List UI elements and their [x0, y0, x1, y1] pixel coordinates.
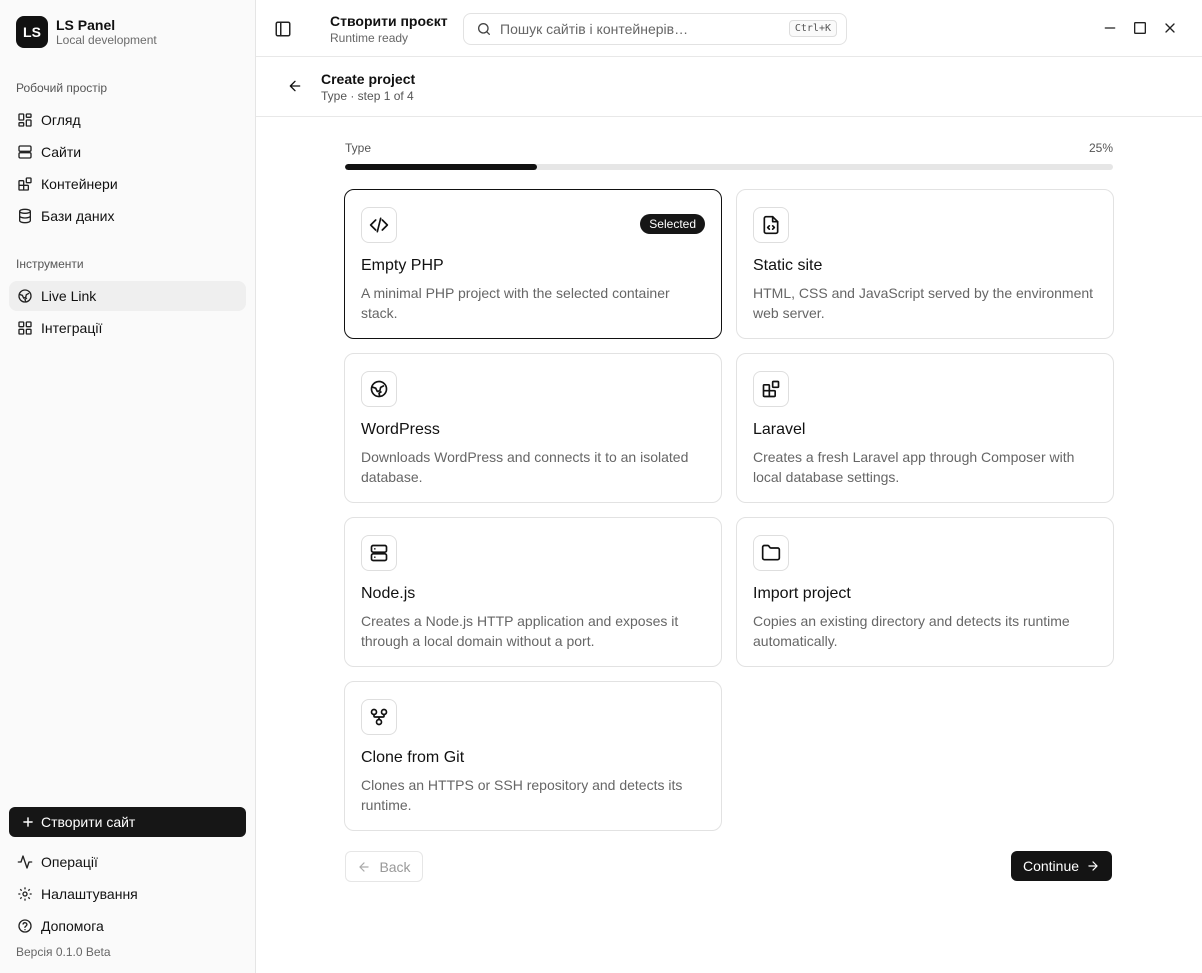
brand[interactable]: LS LS Panel Local development: [16, 16, 157, 48]
project-type-card-static-site[interactable]: Static site HTML, CSS and JavaScript ser…: [736, 189, 1114, 339]
layout-grid-icon: [18, 113, 32, 127]
search-shortcut: Ctrl+K: [788, 20, 837, 37]
card-description: Downloads WordPress and connects it to a…: [361, 449, 689, 485]
brand-title: LS Panel: [56, 16, 116, 33]
sidebar-item-label: Контейнери: [41, 176, 118, 192]
globe-icon: [18, 289, 32, 303]
progress-bar: [345, 164, 1113, 170]
search-icon: [478, 23, 490, 35]
arrow-right-icon: [1088, 861, 1098, 871]
project-type-card-clone-from-git[interactable]: Clone from Git Clones an HTTPS or SSH re…: [344, 681, 722, 831]
sidebar-item-live-link[interactable]: Live Link: [9, 281, 246, 311]
plus-icon: [23, 817, 33, 827]
card-title: WordPress: [361, 421, 440, 438]
sidebar: LS LS Panel Local development Робочий пр…: [0, 0, 256, 973]
card-description: Creates a Node.js HTTP application and e…: [361, 613, 679, 649]
code-icon: [361, 207, 397, 243]
server-icon: [361, 535, 397, 571]
sidebar-item-label: Огляд: [41, 112, 81, 128]
blocks-icon: [753, 371, 789, 407]
card-description: Clones an HTTPS or SSH repository and de…: [361, 777, 683, 813]
card-title: Import project: [753, 585, 851, 602]
globe-icon: [361, 371, 397, 407]
sidebar-item-label: Налаштування: [41, 886, 138, 902]
search-box[interactable]: Ctrl+K: [463, 13, 847, 45]
project-type-card-nodejs[interactable]: Node.js Creates a Node.js HTTP applicati…: [344, 517, 722, 667]
folder-icon: [753, 535, 789, 571]
sidebar-item-operations[interactable]: Операції: [9, 847, 246, 877]
back-button[interactable]: Back: [345, 851, 423, 882]
activity-icon: [17, 855, 33, 869]
progress-percent: 25%: [1088, 141, 1113, 155]
sidebar-item-label: Інтеграції: [41, 320, 103, 336]
sidebar-item-sites[interactable]: Сайти: [9, 137, 246, 167]
page-subtitle: Type · step 1 of 4: [321, 89, 414, 103]
sidebar-item-integrations[interactable]: Інтеграції: [9, 313, 246, 343]
progress-fill: [345, 164, 537, 170]
minimize-icon[interactable]: [1102, 20, 1118, 36]
search-input[interactable]: [500, 21, 780, 37]
card-description: Creates a fresh Laravel app through Comp…: [753, 449, 1075, 485]
git-fork-icon: [361, 699, 397, 735]
sidebar-item-label: Допомога: [41, 918, 104, 934]
gear-icon: [18, 887, 32, 901]
page-title: Create project: [321, 71, 416, 87]
server-icon: [18, 145, 32, 159]
card-title: Empty PHP: [361, 257, 444, 274]
arrow-left-icon[interactable]: [287, 78, 303, 94]
brand-logo: LS: [16, 16, 48, 48]
blocks-icon: [18, 177, 32, 191]
sidebar-item-label: Операції: [41, 854, 98, 870]
nav-group-label-workspace: Робочий простір: [16, 81, 108, 95]
project-type-card-import-project[interactable]: Import project Copies an existing direct…: [736, 517, 1114, 667]
maximize-icon[interactable]: [1132, 20, 1148, 36]
selected-badge: Selected: [640, 214, 705, 234]
sidebar-toggle-icon[interactable]: [274, 20, 292, 38]
grid-icon: [18, 321, 32, 335]
create-site-button[interactable]: Створити сайт: [9, 807, 246, 837]
project-type-card-laravel[interactable]: Laravel Creates a fresh Laravel app thro…: [736, 353, 1114, 503]
brand-subtitle: Local development: [56, 32, 157, 47]
card-title: Node.js: [361, 585, 416, 602]
card-description: Copies an existing directory and detects…: [753, 613, 1070, 649]
version-label: Версія 0.1.0 Beta: [16, 945, 111, 959]
back-button-label: Back: [379, 858, 411, 875]
nav-group-label-tools: Інструменти: [16, 257, 84, 271]
close-icon[interactable]: [1162, 20, 1178, 36]
project-type-card-empty-php[interactable]: Selected Empty PHP A minimal PHP project…: [344, 189, 722, 339]
page-header: Create project Type · step 1 of 4: [256, 57, 1202, 117]
sidebar-item-settings[interactable]: Налаштування: [9, 879, 246, 909]
step-label: Type: [345, 141, 372, 155]
card-title: Static site: [753, 257, 823, 274]
project-type-card-wordpress[interactable]: WordPress Downloads WordPress and connec…: [344, 353, 722, 503]
runtime-status: Runtime ready: [330, 31, 409, 45]
database-icon: [19, 208, 31, 224]
card-description: HTML, CSS and JavaScript served by the e…: [753, 285, 1094, 321]
sidebar-item-containers[interactable]: Контейнери: [9, 169, 246, 199]
continue-button-label: Continue: [1022, 858, 1080, 874]
arrow-left-icon: [359, 861, 370, 872]
sidebar-item-label: Live Link: [41, 288, 97, 304]
sidebar-item-label: Сайти: [41, 144, 82, 160]
sidebar-item-databases[interactable]: Бази даних: [9, 201, 246, 231]
topbar: Створити проєкт Runtime ready Ctrl+K: [256, 0, 1202, 57]
create-site-label: Створити сайт: [41, 814, 136, 830]
card-title: Laravel: [753, 421, 806, 438]
window-title: Створити проєкт: [330, 13, 448, 29]
continue-button[interactable]: Continue: [1011, 851, 1112, 881]
sidebar-item-label: Бази даних: [41, 208, 115, 224]
help-circle-icon: [18, 919, 32, 933]
sidebar-item-overview[interactable]: Огляд: [9, 105, 246, 135]
sidebar-item-help[interactable]: Допомога: [9, 911, 246, 941]
card-description: A minimal PHP project with the selected …: [361, 285, 670, 321]
card-title: Clone from Git: [361, 749, 465, 766]
file-code-icon: [753, 207, 789, 243]
